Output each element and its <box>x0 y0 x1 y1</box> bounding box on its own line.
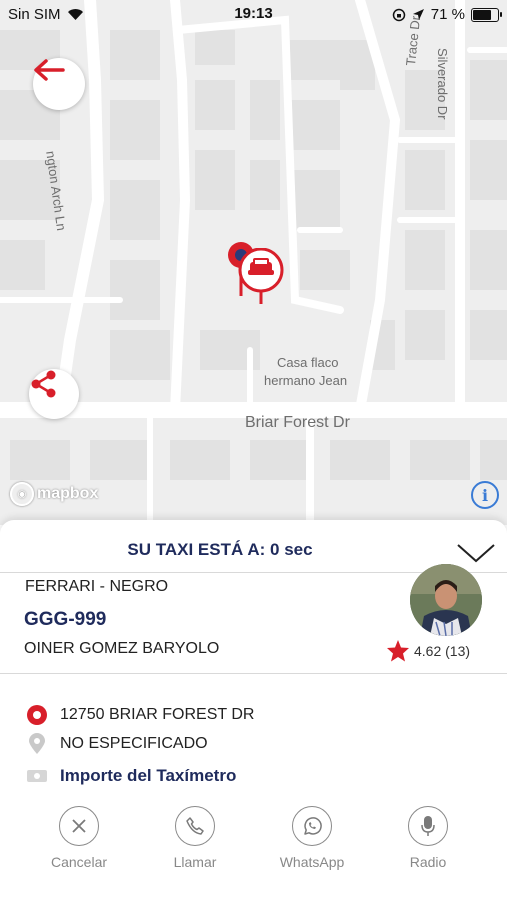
radio-button[interactable]: Radio <box>383 806 473 870</box>
driver-avatar <box>410 564 482 636</box>
rotation-lock-icon <box>392 8 406 21</box>
trip-info-sheet: SU TAXI ESTÁ A: 0 sec FERRARI - NEGRO GG… <box>0 520 507 900</box>
call-button[interactable]: Llamar <box>150 806 240 870</box>
back-button[interactable] <box>33 58 85 110</box>
payment-method: Importe del Taxímetro <box>60 766 237 785</box>
radio-label: Radio <box>409 854 447 870</box>
divider <box>0 673 507 674</box>
chevron-down-icon <box>457 544 495 563</box>
location-arrow-icon <box>412 9 424 20</box>
action-bar: Cancelar Llamar WhatsApp Radio <box>0 806 507 876</box>
location-pin-icon <box>29 733 45 754</box>
cancel-button[interactable]: Cancelar <box>34 806 124 870</box>
arrow-left-icon <box>34 59 65 81</box>
mapbox-wordmark: mapbox <box>37 485 99 502</box>
phone-icon <box>186 817 204 835</box>
poi-label: hermano Jean <box>264 373 348 388</box>
status-bar: Sin SIM 19:13 71 % <box>0 0 507 28</box>
rating-value: 4.62 (13) <box>414 642 471 659</box>
destination-address: NO ESPECIFICADO <box>60 735 208 752</box>
microphone-icon <box>421 816 435 836</box>
license-plate: GGG-999 <box>24 609 107 630</box>
eta-label: SU TAXI ESTÁ A: 0 sec <box>127 540 313 559</box>
driver-rating: 4.62 (13) <box>386 639 470 662</box>
mapbox-logo: ◉ mapbox <box>10 482 98 506</box>
map-view[interactable]: ngton Arch Ln Trace Dr Silverado Dr Bria… <box>0 0 507 525</box>
call-label: Llamar <box>173 854 217 870</box>
star-icon <box>387 640 409 662</box>
car-model: FERRARI - NEGRO <box>25 578 169 595</box>
map-info-button[interactable]: i <box>471 481 499 509</box>
destination-row[interactable]: NO ESPECIFICADO <box>26 733 208 755</box>
battery-icon <box>471 7 502 22</box>
driver-name: OINER GOMEZ BARYOLO <box>24 640 220 657</box>
battery-percent: 71 % <box>430 6 465 23</box>
collapse-button[interactable] <box>456 542 496 564</box>
street-label: Briar Forest Dr <box>245 414 350 431</box>
pickup-pin-icon <box>27 705 47 725</box>
poi-label: Casa flaco <box>277 355 339 370</box>
whatsapp-label: WhatsApp <box>279 854 345 870</box>
street-label: Silverado Dr <box>435 48 450 120</box>
share-icon <box>31 370 56 398</box>
whatsapp-icon <box>304 817 322 835</box>
payment-row[interactable]: Importe del Taxímetro <box>26 765 236 787</box>
mapbox-mark-icon: ◉ <box>10 482 34 506</box>
share-button[interactable] <box>29 369 79 419</box>
pickup-address: 12750 BRIAR FOREST DR <box>60 706 255 723</box>
close-icon <box>72 819 86 833</box>
cash-icon <box>27 770 47 782</box>
pickup-row: 12750 BRIAR FOREST DR <box>26 704 254 726</box>
cancel-label: Cancelar <box>50 854 108 870</box>
whatsapp-button[interactable]: WhatsApp <box>267 806 357 870</box>
